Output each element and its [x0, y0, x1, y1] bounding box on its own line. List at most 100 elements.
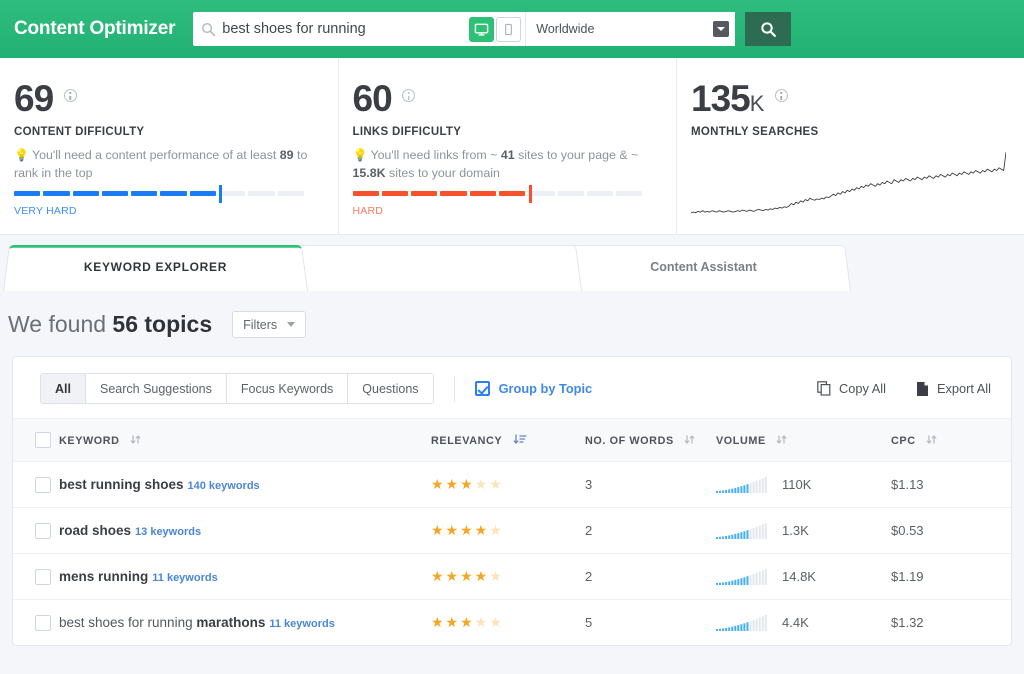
- filter-tab-focus-keywords[interactable]: Focus Keywords: [226, 374, 349, 403]
- column-label: NO. OF WORDS: [585, 434, 674, 447]
- group-by-topic-label[interactable]: Group by Topic: [499, 381, 593, 396]
- hint-text-post: sites to your domain: [385, 166, 500, 180]
- info-icon[interactable]: [63, 89, 77, 102]
- monthly-searches-label: MONTHLY SEARCHES: [691, 126, 819, 138]
- found-prefix: We found: [8, 311, 113, 337]
- sort-descending-icon: [513, 433, 527, 444]
- sort-both-icon: [926, 434, 937, 444]
- column-label: RELEVANCY: [431, 434, 502, 447]
- relevancy-stars: ★★★★★: [431, 614, 504, 630]
- export-all-label: Export All: [936, 381, 991, 396]
- keywords-table: KEYWORD RELEVANCY NO. OF WORDS VOLUME CP…: [13, 418, 1011, 645]
- mobile-phone-icon: [505, 23, 513, 35]
- column-label: CPC: [891, 434, 916, 447]
- row-checkbox[interactable]: [35, 476, 51, 493]
- mobile-device-button[interactable]: [496, 16, 522, 42]
- filters-button[interactable]: Filters: [232, 311, 307, 338]
- found-count: 56 topics: [112, 311, 213, 337]
- export-all-button[interactable]: Export All: [916, 381, 991, 397]
- copy-all-label: Copy All: [838, 381, 886, 396]
- copy-all-button[interactable]: Copy All: [817, 381, 886, 396]
- select-all-checkbox[interactable]: [35, 432, 51, 448]
- tab-content-assistant[interactable]: Content Assistant: [556, 243, 851, 291]
- keyword-text[interactable]: marathons: [196, 615, 265, 630]
- chevron-down-icon[interactable]: [713, 21, 730, 37]
- links-difficulty-hint: 💡 You'll need links from ~ 41 sites to yo…: [353, 146, 653, 182]
- links-difficulty-status: HARD: [352, 205, 384, 217]
- relevancy-cell: ★★★★★: [431, 507, 581, 554]
- content-difficulty-hint: 💡 You'll need a content performance of at…: [14, 146, 314, 182]
- keywords-toolbar: All Search Suggestions Focus Keywords Qu…: [13, 357, 1011, 418]
- filters-label: Filters: [243, 317, 278, 332]
- links-difficulty-label: LINKS DIFFICULTY: [352, 126, 462, 138]
- table-row[interactable]: road shoes 13 keywords ★★★★★ 2 1.3K $0.53: [13, 507, 1011, 554]
- hint-text-bold: 89: [279, 148, 294, 162]
- keyword-search-field[interactable]: best shoes for running: [193, 12, 468, 46]
- column-header-volume[interactable]: VOLUME: [716, 418, 891, 462]
- volume-sparkline-icon: [716, 477, 767, 493]
- row-checkbox[interactable]: [35, 522, 51, 539]
- group-by-topic-checkbox[interactable]: [474, 381, 490, 396]
- hint-text-bold: 41: [500, 148, 515, 162]
- tab-ranking-analysis[interactable]: Ranking Analysis: [282, 243, 582, 291]
- table-row[interactable]: best running shoes 140 keywords ★★★★★ 3 110K…: [13, 461, 1011, 508]
- keyword-text[interactable]: road shoes: [59, 523, 131, 538]
- cpc-cell: $1.32: [891, 615, 924, 630]
- column-label: VOLUME: [716, 434, 766, 447]
- keywords-panel: All Search Suggestions Focus Keywords Qu…: [12, 356, 1012, 646]
- row-checkbox[interactable]: [35, 568, 51, 585]
- no-of-words-cell: 3: [581, 461, 716, 508]
- relevancy-cell: ★★★★★: [431, 600, 581, 646]
- keyword-prefix-text: best shoes for running: [59, 615, 197, 630]
- info-icon[interactable]: [774, 89, 788, 102]
- keyword-count-badge[interactable]: 140 keywords: [188, 480, 260, 492]
- column-header-keyword[interactable]: KEYWORD: [59, 418, 431, 462]
- no-of-words-cell: 5: [585, 615, 593, 630]
- keyword-count-badge[interactable]: 11 keywords: [152, 572, 217, 584]
- toolbar-divider: [453, 375, 455, 402]
- table-header: KEYWORD RELEVANCY NO. OF WORDS VOLUME CP…: [13, 418, 1011, 462]
- table-row[interactable]: mens running 11 keywords ★★★★★ 2 14.8K $1.19: [13, 553, 1011, 600]
- table-header-row: KEYWORD RELEVANCY NO. OF WORDS VOLUME CP…: [13, 418, 1011, 462]
- links-difficulty-value: 60: [352, 78, 393, 119]
- volume-cell: 110K: [716, 461, 891, 508]
- relevancy-cell: ★★★★★: [431, 461, 581, 508]
- tab-keyword-explorer[interactable]: KEYWORD EXPLORER: [3, 243, 308, 291]
- volume-sparkline-icon: [716, 615, 767, 631]
- metric-card-content-difficulty: 69 CONTENT DIFFICULTY 💡 You'll need a con…: [0, 58, 338, 234]
- keyword-text[interactable]: mens running: [59, 569, 148, 584]
- device-toggle-group: [467, 12, 526, 46]
- monthly-searches-trend-chart: [690, 150, 1007, 225]
- metric-card-links-difficulty: 60 LINKS DIFFICULTY 💡 You'll need links f…: [337, 58, 677, 234]
- table-body: best running shoes 140 keywords ★★★★★ 3 110K…: [13, 461, 1011, 646]
- desktop-device-button[interactable]: [469, 16, 495, 42]
- keyword-filter-segmented-control: All Search Suggestions Focus Keywords Qu…: [40, 373, 434, 404]
- table-row[interactable]: best shoes for running marathons 11 keywo…: [13, 600, 1011, 646]
- content-difficulty-progress: [14, 185, 304, 203]
- keyword-count-badge[interactable]: 13 keywords: [135, 526, 201, 538]
- results-header: We found 56 topics Filters: [0, 291, 1024, 356]
- hint-text-pre: You'll need a content performance of at …: [31, 148, 280, 162]
- content-difficulty-status: VERY HARD: [14, 205, 77, 217]
- keyword-count-badge[interactable]: 11 keywords: [269, 618, 334, 630]
- column-header-cpc[interactable]: CPC: [891, 418, 1011, 462]
- info-icon[interactable]: [402, 89, 416, 102]
- column-header-no-of-words[interactable]: NO. OF WORDS: [581, 418, 716, 462]
- column-header-relevancy[interactable]: RELEVANCY: [431, 418, 581, 462]
- monthly-searches-value: 135: [691, 78, 751, 119]
- filter-tab-all[interactable]: All: [41, 374, 86, 403]
- row-select-cell: [13, 507, 59, 554]
- chevron-down-icon: [287, 322, 296, 327]
- search-submit-button[interactable]: [745, 12, 792, 46]
- progress-marker: [219, 185, 222, 203]
- row-checkbox[interactable]: [35, 614, 51, 631]
- sort-both-icon: [684, 434, 695, 444]
- keyword-cell: best running shoes 140 keywords: [59, 461, 431, 508]
- location-select[interactable]: Worldwide: [525, 12, 736, 46]
- keyword-text[interactable]: best running shoes: [59, 477, 184, 492]
- filter-tab-questions[interactable]: Questions: [348, 374, 433, 403]
- copy-icon: [817, 381, 831, 396]
- filter-tab-search-suggestions[interactable]: Search Suggestions: [85, 374, 227, 403]
- search-icon: [202, 22, 216, 36]
- trend-line-icon: [690, 151, 1007, 214]
